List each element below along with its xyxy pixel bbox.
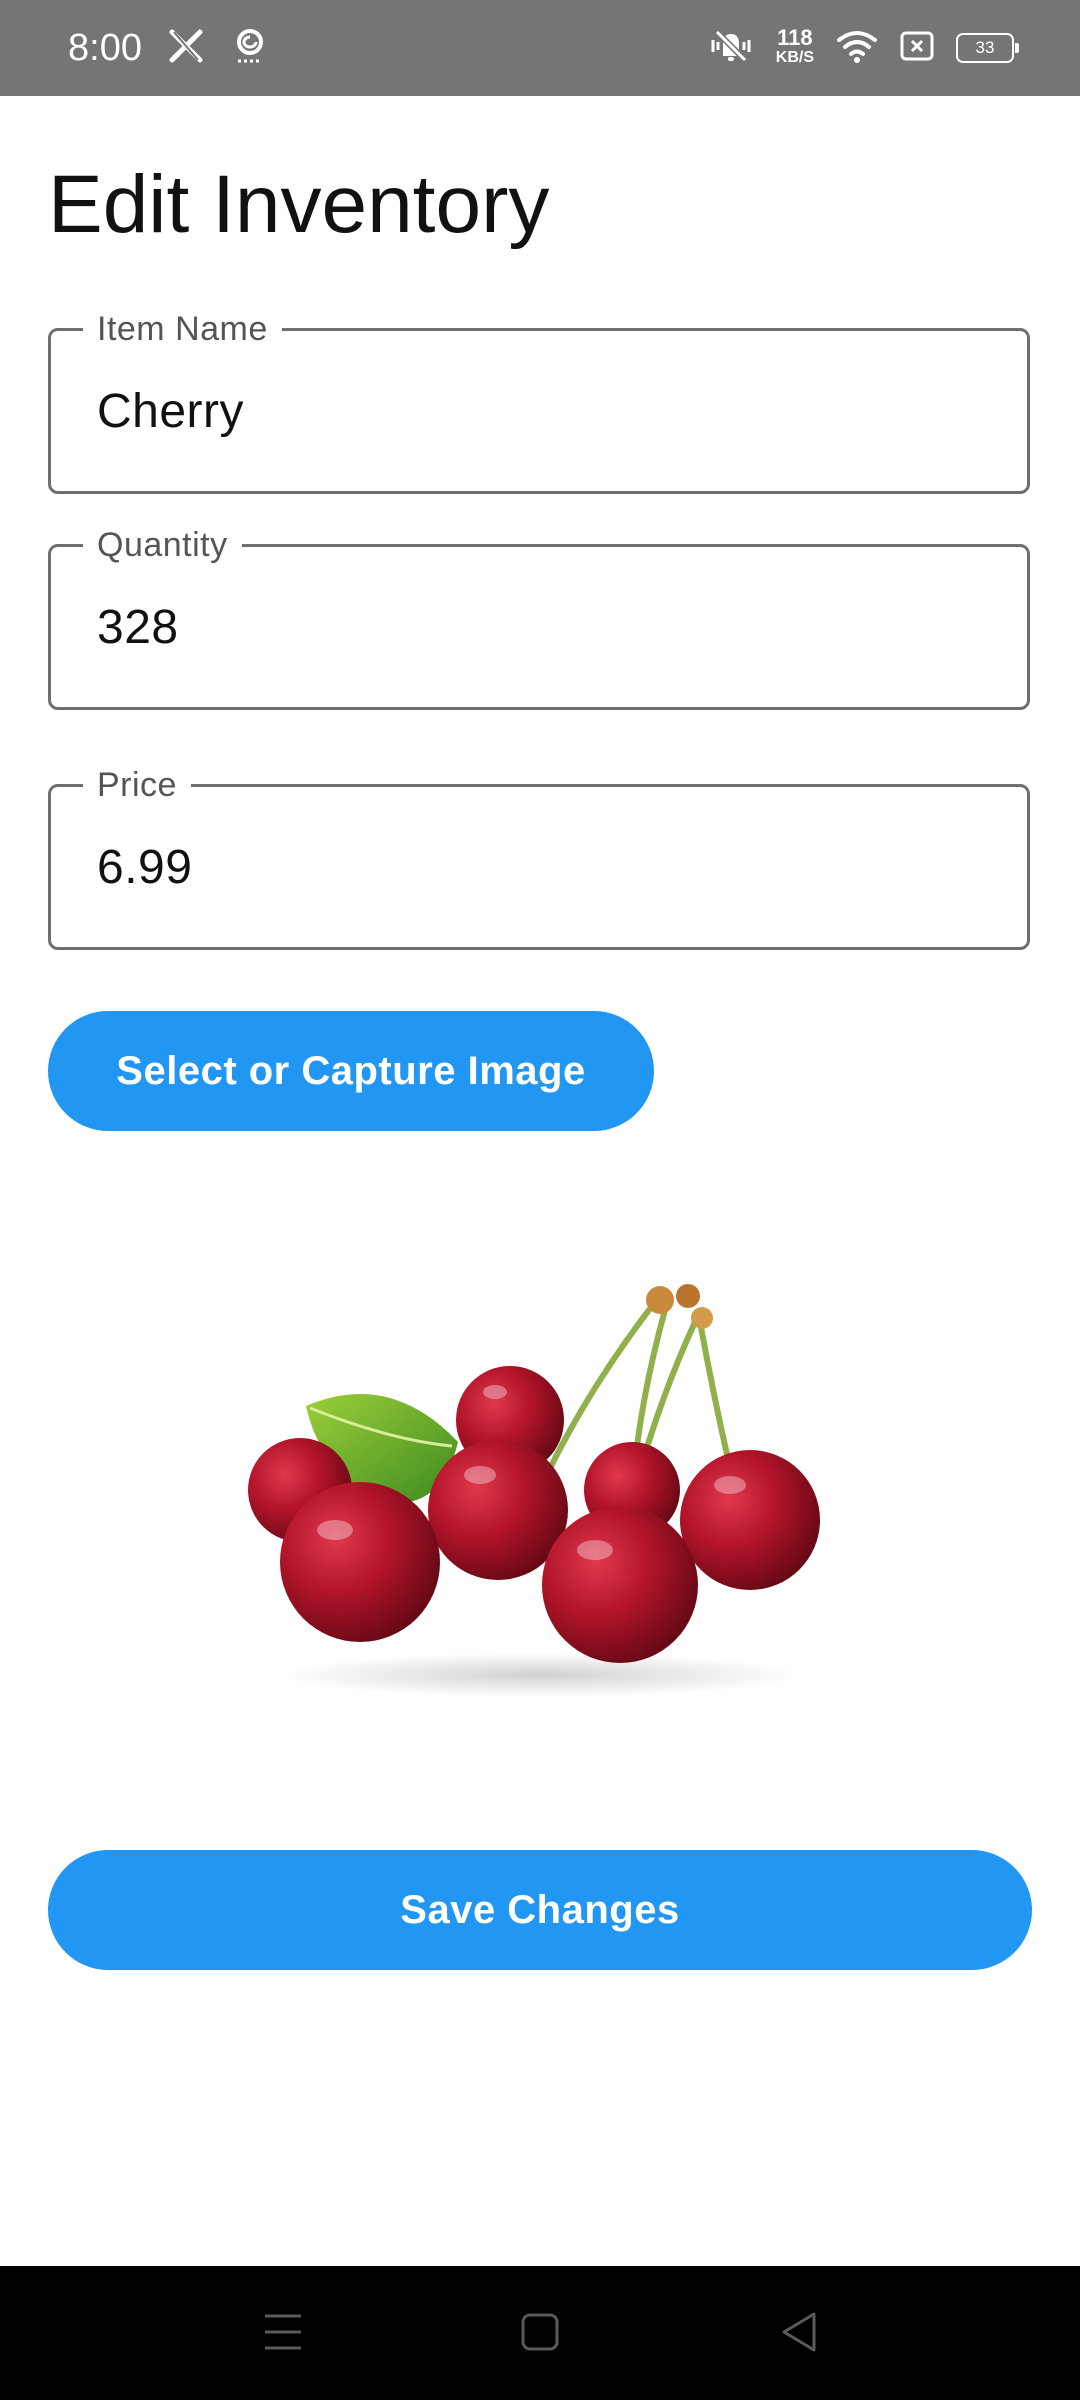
sim-error-icon [900, 30, 934, 67]
status-time: 8:00 [68, 27, 142, 69]
save-button[interactable]: Save Changes [48, 1850, 1032, 1970]
select-image-button[interactable]: Select or Capture Image [48, 1011, 654, 1131]
back-icon[interactable] [778, 2308, 820, 2361]
status-right-icons: 118 KB/S 33 [708, 22, 1019, 74]
navigation-bar [0, 2266, 1080, 2400]
vibrate-icon [708, 26, 754, 71]
quantity-input[interactable] [97, 547, 997, 707]
x-logo-icon [166, 26, 206, 71]
status-bar: 8:00 118 KB/S 33 [0, 0, 1080, 96]
menu-icon[interactable] [262, 2308, 304, 2361]
page-title: Edit Inventory [48, 159, 550, 250]
wifi-icon [836, 28, 878, 69]
battery-level: 33 [975, 38, 995, 57]
cherries-image [248, 1284, 820, 1697]
battery-icon: 33 [956, 33, 1019, 63]
network-speed: 118 KB/S [775, 25, 814, 68]
home-icon[interactable] [520, 2308, 560, 2361]
item-name-field[interactable]: Item Name [48, 309, 1030, 494]
product-image [240, 1270, 840, 1715]
threads-icon [232, 26, 268, 71]
item-name-input[interactable] [97, 331, 997, 491]
network-speed-unit: KB/S [775, 49, 814, 66]
status-left-icons [166, 26, 268, 71]
price-input[interactable] [97, 787, 997, 947]
price-field[interactable]: Price [48, 765, 1030, 950]
network-speed-value: 118 [777, 25, 813, 50]
quantity-field[interactable]: Quantity [48, 525, 1030, 710]
